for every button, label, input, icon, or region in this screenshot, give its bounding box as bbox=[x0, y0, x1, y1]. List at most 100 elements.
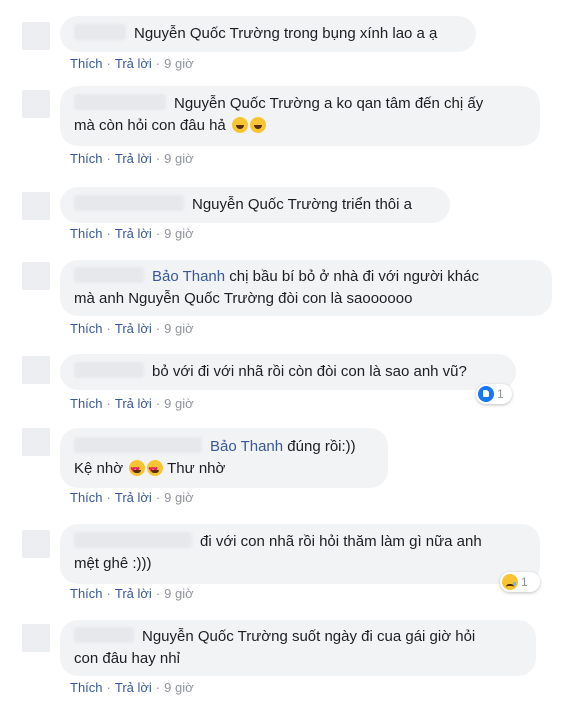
sad-face-icon bbox=[502, 574, 518, 590]
comment-bubble: Bảo Thanh chị bầu bí bỏ ở nhà đi với ngư… bbox=[60, 260, 552, 316]
reply-link[interactable]: Trả lời bbox=[115, 321, 152, 336]
comment-text-line2: mà anh Nguyễn Quốc Trường đòi con là sao… bbox=[74, 290, 413, 307]
comment-bubble: bỏ với đi với nhã rồi còn đòi con là sao… bbox=[60, 354, 516, 390]
redacted-name bbox=[74, 362, 144, 378]
avatar[interactable] bbox=[22, 262, 50, 290]
redacted-name bbox=[74, 437, 202, 453]
separator: · bbox=[106, 586, 111, 601]
comment-text: suốt ngày đi cua gái giờ hỏi bbox=[287, 628, 476, 645]
face-with-tears-of-joy-icon bbox=[231, 117, 248, 133]
comment-text: triển thôi a bbox=[337, 196, 412, 213]
reply-link[interactable]: Trả lời bbox=[115, 151, 152, 166]
reaction-badge[interactable]: 1 bbox=[500, 572, 540, 592]
separator: · bbox=[106, 56, 111, 71]
mention-link[interactable]: Nguyễn Quốc Trường bbox=[192, 196, 338, 213]
mention-link[interactable]: Nguyễn Quốc Trường bbox=[174, 95, 320, 112]
separator: · bbox=[155, 490, 161, 505]
mention-link[interactable]: Nguyễn Quốc Trường bbox=[142, 628, 288, 645]
like-link[interactable]: Thích bbox=[70, 490, 103, 505]
redacted-name bbox=[74, 267, 144, 283]
separator: · bbox=[155, 680, 161, 695]
separator: · bbox=[106, 226, 111, 241]
comment-text-line2: mà còn hỏi con đâu hả bbox=[74, 117, 226, 134]
reply-link[interactable]: Trả lời bbox=[115, 490, 152, 505]
comment-text-line2b: Thư nhờ bbox=[167, 460, 226, 477]
face-with-tears-of-joy-icon bbox=[249, 117, 266, 133]
comment-actions: Thích · Trả lời · 9 giờ bbox=[70, 321, 194, 337]
comment-actions: Thích · Trả lời · 9 giờ bbox=[70, 226, 194, 242]
comment-bubble: Nguyễn Quốc Trường triển thôi a bbox=[60, 187, 450, 223]
comment-text-line2a: Kệ nhờ bbox=[74, 460, 124, 477]
separator: · bbox=[106, 396, 111, 411]
timestamp[interactable]: 9 giờ bbox=[164, 396, 194, 411]
timestamp[interactable]: 9 giờ bbox=[164, 56, 194, 71]
timestamp[interactable]: 9 giờ bbox=[164, 680, 194, 695]
comment-text-line2: con đâu hay nhỉ bbox=[74, 650, 180, 667]
comment-actions: Thích · Trả lời · 9 giờ bbox=[70, 490, 194, 506]
reply-link[interactable]: Trả lời bbox=[115, 680, 152, 695]
like-link[interactable]: Thích bbox=[70, 151, 103, 166]
timestamp[interactable]: 9 giờ bbox=[164, 151, 194, 166]
comment-actions: Thích · Trả lời · 9 giờ bbox=[70, 151, 194, 167]
comment-bubble: Nguyễn Quốc Trường suốt ngày đi cua gái … bbox=[60, 620, 536, 676]
avatar[interactable] bbox=[22, 22, 50, 50]
comment-bubble: Bảo Thanh đúng rồi:)) Kệ nhờ Thư nhờ bbox=[60, 428, 388, 488]
reply-link[interactable]: Trả lời bbox=[115, 586, 152, 601]
avatar[interactable] bbox=[22, 428, 50, 456]
reaction-count: 1 bbox=[497, 387, 504, 401]
redacted-name bbox=[74, 94, 166, 110]
comment-actions: Thích · Trả lời · 9 giờ bbox=[70, 396, 194, 412]
like-link[interactable]: Thích bbox=[70, 396, 103, 411]
timestamp[interactable]: 9 giờ bbox=[164, 321, 194, 336]
comment-actions: Thích · Trả lời · 9 giờ bbox=[70, 586, 194, 602]
avatar[interactable] bbox=[22, 624, 50, 652]
avatar[interactable] bbox=[22, 192, 50, 220]
separator: · bbox=[106, 680, 111, 695]
avatar[interactable] bbox=[22, 90, 50, 118]
separator: · bbox=[106, 490, 111, 505]
reaction-badge[interactable]: 1 bbox=[476, 384, 512, 404]
comment-actions: Thích · Trả lời · 9 giờ bbox=[70, 56, 194, 72]
like-link[interactable]: Thích bbox=[70, 56, 103, 71]
reply-link[interactable]: Trả lời bbox=[115, 226, 152, 241]
comment-text: đi với con nhã rồi hỏi thăm làm gì nữa a… bbox=[200, 533, 482, 550]
timestamp[interactable]: 9 giờ bbox=[164, 226, 194, 241]
comment-text: chị bầu bí bỏ ở nhà đi với người khác bbox=[225, 268, 479, 285]
redacted-name bbox=[74, 627, 134, 643]
timestamp[interactable]: 9 giờ bbox=[164, 586, 194, 601]
comment-bubble: đi với con nhã rồi hỏi thăm làm gì nữa a… bbox=[60, 524, 540, 584]
like-link[interactable]: Thích bbox=[70, 586, 103, 601]
separator: · bbox=[106, 321, 111, 336]
like-link[interactable]: Thích bbox=[70, 321, 103, 336]
like-icon bbox=[478, 386, 494, 402]
like-link[interactable]: Thích bbox=[70, 226, 103, 241]
avatar[interactable] bbox=[22, 530, 50, 558]
separator: · bbox=[155, 396, 161, 411]
mention-link[interactable]: Bảo Thanh bbox=[210, 438, 283, 455]
separator: · bbox=[155, 151, 161, 166]
heart-eyes-icon bbox=[147, 458, 164, 480]
heart-eyes-icon bbox=[129, 458, 146, 480]
mention-link[interactable]: Bảo Thanh bbox=[152, 268, 225, 285]
comment-bubble: Nguyễn Quốc Trường trong bụng xính lao a… bbox=[60, 16, 476, 52]
comment-text-line2: mệt ghê :))) bbox=[74, 555, 152, 572]
comment-text: a ko qan tâm đến chị ấy bbox=[319, 95, 484, 112]
avatar[interactable] bbox=[22, 356, 50, 384]
timestamp[interactable]: 9 giờ bbox=[164, 490, 194, 505]
comment-text: trong bụng xính lao a ạ bbox=[279, 25, 438, 42]
comment-text: đúng rồi:)) bbox=[283, 438, 356, 455]
mention-link[interactable]: Nguyễn Quốc Trường bbox=[134, 25, 280, 42]
separator: · bbox=[106, 151, 111, 166]
separator: · bbox=[155, 321, 161, 336]
comment-text: bỏ với đi với nhã rồi còn đòi con là sao… bbox=[152, 363, 467, 380]
comment-bubble: Nguyễn Quốc Trường a ko qan tâm đến chị … bbox=[60, 86, 540, 146]
reply-link[interactable]: Trả lời bbox=[115, 56, 152, 71]
like-link[interactable]: Thích bbox=[70, 680, 103, 695]
redacted-name bbox=[74, 195, 184, 211]
separator: · bbox=[155, 56, 161, 71]
reply-link[interactable]: Trả lời bbox=[115, 396, 152, 411]
comment-actions: Thích · Trả lời · 9 giờ bbox=[70, 680, 194, 696]
redacted-name bbox=[74, 532, 192, 548]
reaction-count: 1 bbox=[521, 575, 528, 589]
separator: · bbox=[155, 226, 161, 241]
